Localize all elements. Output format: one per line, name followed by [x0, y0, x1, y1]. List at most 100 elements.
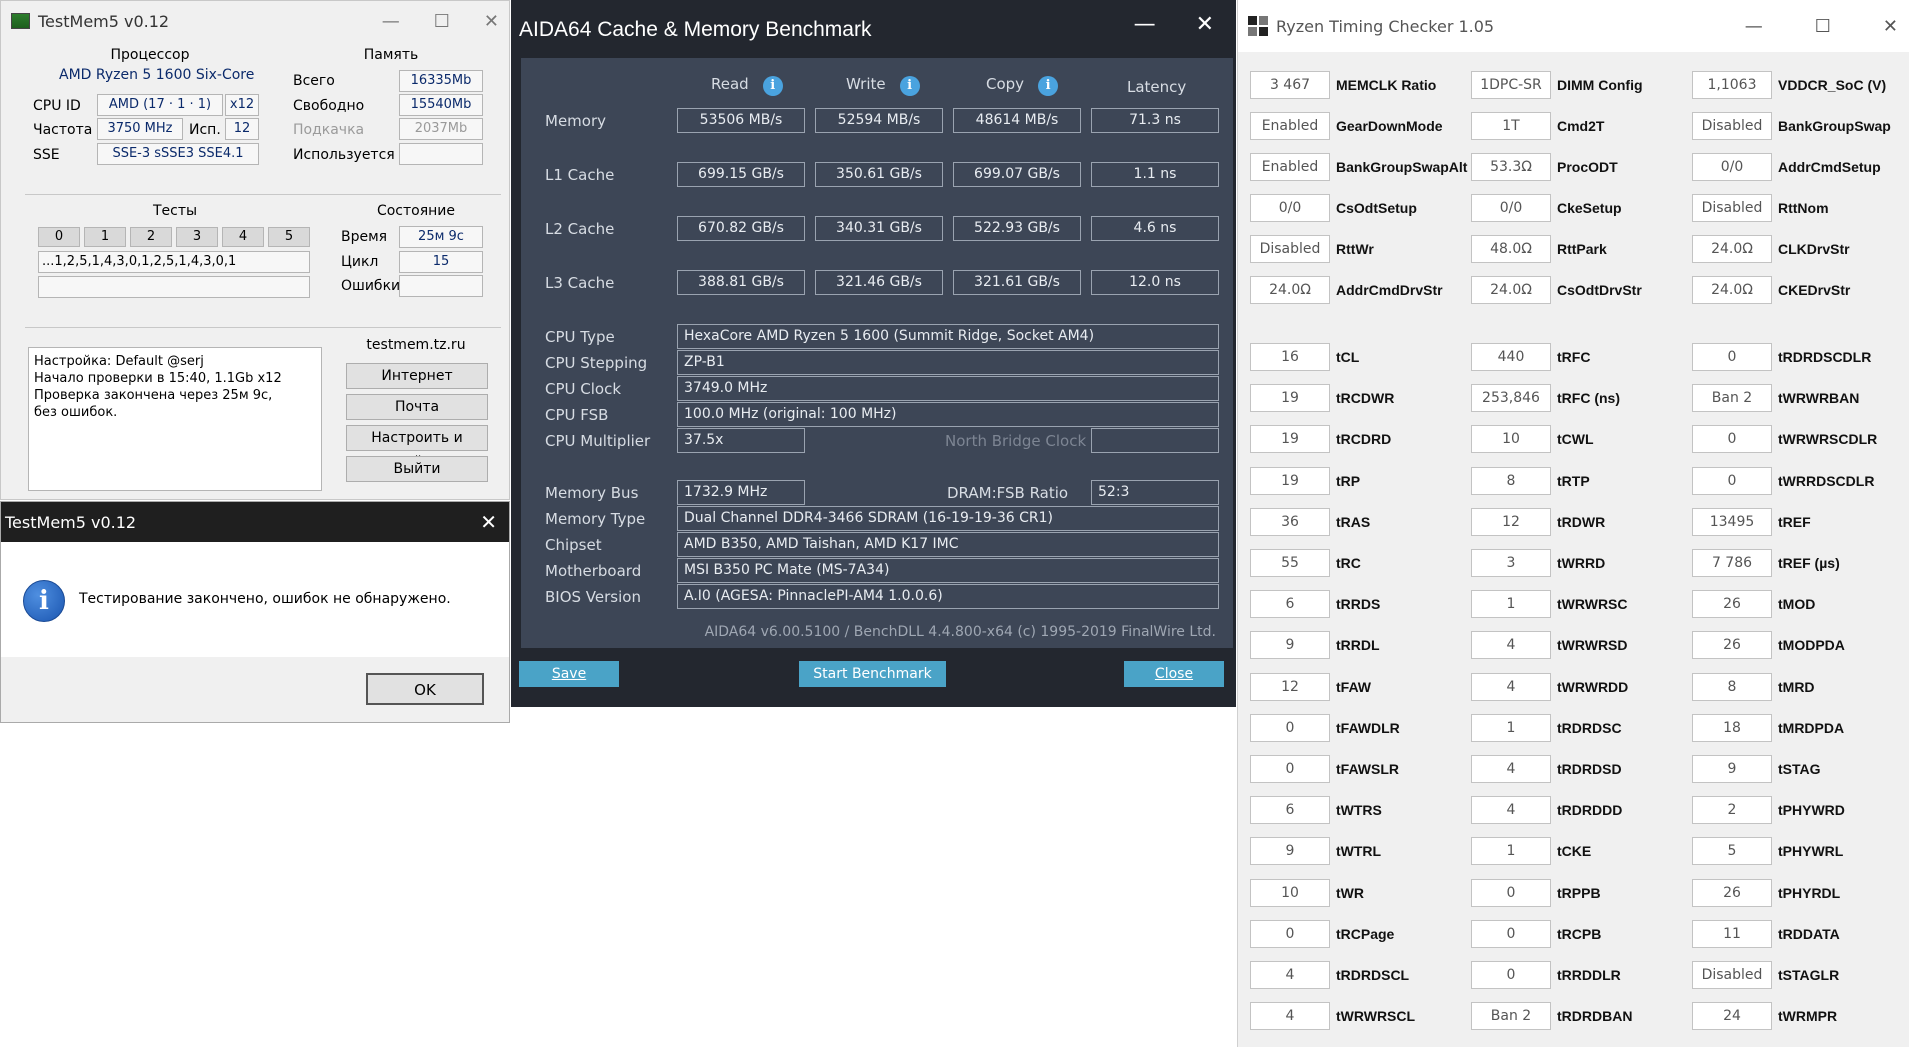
close-button[interactable]: Close [1124, 661, 1224, 687]
test-box-5[interactable]: 5 [268, 227, 310, 247]
timing-label: tWRWRSD [1557, 637, 1628, 654]
timing-label: tFAWSLR [1336, 761, 1399, 777]
maximize-icon[interactable]: ☐ [434, 11, 450, 32]
minimize-icon[interactable]: — [1134, 12, 1156, 37]
rtc-titlebar[interactable]: Ryzen Timing Checker 1.05 — ☐ ✕ [1238, 0, 1909, 52]
timing-label: AddrCmdSetup [1778, 159, 1881, 175]
read-header-label: Read [711, 75, 749, 93]
timing-label: tWTRS [1336, 802, 1382, 819]
timing-value: Enabled [1250, 112, 1330, 140]
timing-value: 1,1063 [1692, 71, 1772, 99]
timing-label: tRRDS [1336, 596, 1381, 613]
close-icon[interactable]: ✕ [484, 11, 499, 32]
used-field: 12 [225, 118, 259, 140]
test-box-1[interactable]: 1 [84, 227, 126, 247]
log-textbox[interactable]: Настройка: Default @serj Начало проверки… [28, 347, 322, 491]
write-header-label: Write [846, 75, 886, 93]
copy-header: Copy i [986, 75, 1059, 96]
configure-exit-button[interactable]: Настроить и выйти [346, 425, 488, 470]
timing-label: tWRWRSC [1557, 596, 1628, 613]
time-label: Время [341, 229, 388, 245]
timing-value: 5 [1692, 837, 1772, 866]
sse-label: SSE [33, 147, 60, 163]
nb-clock-value [1091, 428, 1219, 453]
timing-label: CLKDrvStr [1778, 241, 1850, 257]
inuse-label: Используется [293, 147, 395, 163]
timing-label: tRDWR [1557, 513, 1606, 530]
timing-value: 4 [1250, 1002, 1330, 1031]
freq-label: Частота [33, 122, 93, 138]
timing-label: tMRD [1778, 678, 1815, 695]
aida-window: AIDA64 Cache & Memory Benchmark — ✕ Read… [511, 0, 1236, 707]
timing-label: tPHYRDL [1778, 884, 1841, 901]
timing-value: 10 [1250, 878, 1330, 907]
timing-label: tRDRDDD [1557, 802, 1623, 819]
test-box-3[interactable]: 3 [176, 227, 218, 247]
cpu-id-label: CPU ID [33, 98, 81, 114]
start-benchmark-button[interactable]: Start Benchmark [799, 661, 946, 687]
cpu-threads-field: x12 [225, 94, 259, 116]
aida-panel: Read i Write i Copy i Latency Memory 53506 … [521, 58, 1233, 648]
info-icon[interactable]: i [1038, 76, 1059, 96]
close-icon[interactable]: ✕ [1196, 12, 1214, 37]
timing-label: tRCPage [1336, 925, 1395, 942]
testmem-window: TestMem5 v0.12 — ☐ ✕ Процессор AMD Ryzen… [0, 0, 510, 500]
minimize-icon[interactable]: — [382, 11, 400, 32]
timing-label: tRDDATA [1778, 925, 1840, 942]
timing-label: CsOdtDrvStr [1557, 282, 1642, 298]
close-icon[interactable]: ✕ [480, 510, 505, 534]
memory-bus-label: Memory Bus [545, 484, 639, 502]
timing-value: Disabled [1692, 194, 1772, 222]
timing-value: 9 [1250, 837, 1330, 866]
latency-header: Latency [1127, 78, 1187, 96]
exit-button[interactable]: Выйти [346, 456, 488, 482]
timing-label: tRDRDSCL [1336, 967, 1410, 983]
timing-value: Disabled [1692, 112, 1772, 140]
read-header: Read i [711, 75, 783, 96]
ok-button[interactable]: OK [366, 673, 484, 705]
save-button[interactable]: Save [519, 661, 619, 687]
timing-label: tRC [1336, 555, 1361, 571]
timing-value: 26 [1692, 590, 1772, 619]
test-box-0[interactable]: 0 [38, 227, 80, 247]
timing-value: Disabled [1250, 235, 1330, 263]
timing-label: tRCPB [1557, 925, 1602, 942]
read-value: 388.81 GB/s [677, 270, 805, 295]
timing-label: tWRWRDD [1557, 678, 1629, 695]
timing-label: tRFC (ns) [1557, 390, 1620, 407]
timing-label: RttPark [1557, 241, 1607, 257]
timing-label: tMRDPDA [1778, 719, 1845, 736]
timing-label: tRTP [1557, 472, 1590, 489]
free-label: Свободно [293, 98, 365, 114]
maximize-icon[interactable]: ☐ [1815, 16, 1831, 37]
timing-value: 19 [1250, 466, 1330, 495]
divider [25, 194, 501, 195]
cpu-fsb-value: 100.0 MHz (original: 100 MHz) [677, 402, 1219, 427]
divider [25, 327, 501, 328]
dialog-body: i Тестирование закончено, ошибок не обна… [1, 542, 509, 657]
timing-label: tRDRDBAN [1557, 1008, 1633, 1025]
rtc-app-icon [1248, 16, 1268, 36]
timing-value: 0 [1692, 425, 1772, 454]
timing-value: 24.0Ω [1692, 235, 1772, 263]
timing-value: 24.0Ω [1471, 276, 1551, 304]
minimize-icon[interactable]: — [1745, 16, 1763, 37]
timing-value: 0/0 [1250, 194, 1330, 222]
mail-button[interactable]: Почта [346, 394, 488, 420]
test-box-4[interactable]: 4 [222, 227, 264, 247]
close-icon[interactable]: ✕ [1883, 16, 1898, 37]
info-icon[interactable]: i [899, 76, 920, 96]
dram-ratio-value: 52:3 [1091, 480, 1219, 505]
info-icon[interactable]: i [762, 76, 783, 96]
motherboard-value: MSI B350 PC Mate (MS-7A34) [677, 558, 1219, 583]
testmem-titlebar[interactable]: TestMem5 v0.12 — ☐ ✕ [1, 1, 509, 41]
test-box-2[interactable]: 2 [130, 227, 172, 247]
timing-label: tMODPDA [1778, 637, 1845, 654]
timing-label: tWRRD [1557, 555, 1606, 571]
dialog-titlebar[interactable]: TestMem5 v0.12 ✕ [1, 502, 509, 542]
timing-value: 0 [1250, 713, 1330, 742]
internet-button[interactable]: Интернет [346, 363, 488, 389]
write-value: 321.46 GB/s [815, 270, 943, 295]
timing-value: 1 [1471, 713, 1551, 742]
dram-ratio-label: DRAM:FSB Ratio [947, 484, 1069, 502]
